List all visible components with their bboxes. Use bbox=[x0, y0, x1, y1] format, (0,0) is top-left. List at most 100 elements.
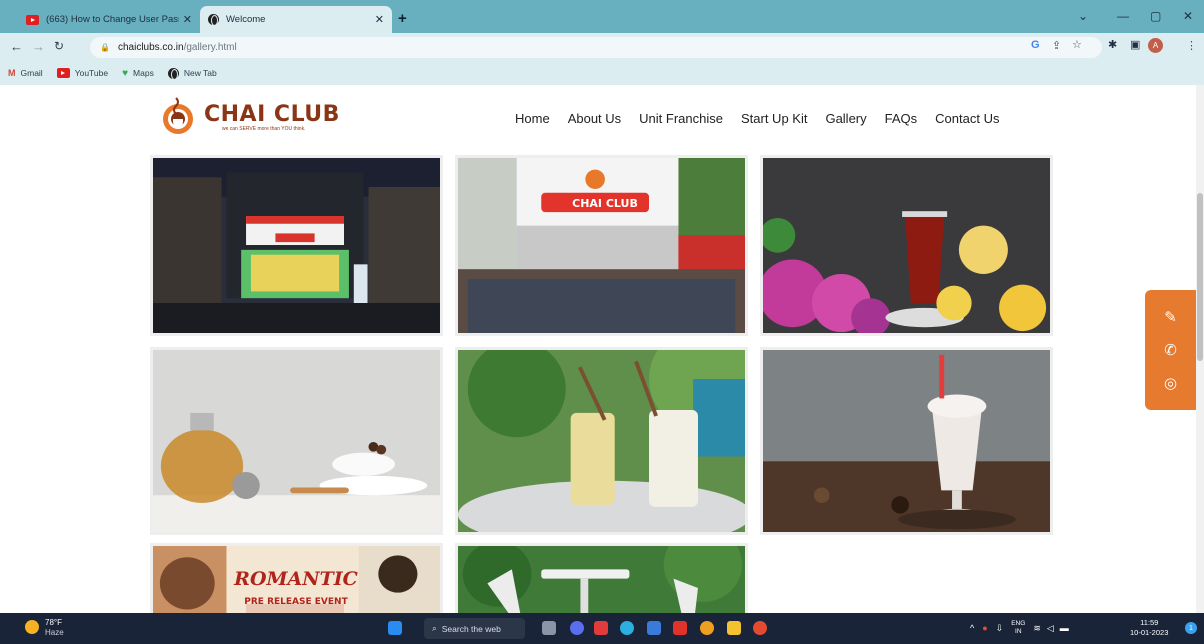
weather-sun-icon bbox=[25, 620, 39, 634]
back-arrow-icon[interactable]: ← bbox=[10, 39, 23, 54]
chrome-icon[interactable] bbox=[753, 621, 767, 635]
new-tab-button[interactable]: + bbox=[398, 10, 407, 27]
brand-name: CHAI CLUB bbox=[204, 102, 340, 127]
url-host: chaiclubs.co.in bbox=[117, 42, 184, 53]
floating-contact-bar: ✎ ✆ ◎ bbox=[1145, 290, 1196, 410]
lang-region: IN bbox=[1015, 628, 1022, 635]
search-icon: ⌕ bbox=[432, 623, 437, 633]
forward-arrow-icon[interactable]: → bbox=[32, 39, 45, 54]
weather-widget[interactable]: 78°F Haze bbox=[25, 618, 64, 638]
poster-subtitle: PRE RELEASE EVENT bbox=[244, 597, 348, 607]
tab-welcome[interactable]: Welcome ✕ bbox=[200, 6, 392, 33]
close-window-button[interactable]: ✕ bbox=[1183, 9, 1193, 23]
mcafee-icon[interactable] bbox=[594, 621, 608, 635]
bookmark-label: Maps bbox=[133, 68, 154, 78]
close-tab-icon[interactable]: ✕ bbox=[183, 13, 192, 26]
nav-start-up-kit[interactable]: Start Up Kit bbox=[741, 111, 807, 126]
page-scrollbar[interactable] bbox=[1196, 85, 1204, 613]
windows-taskbar: 78°F Haze ⌕ Search the web ^ ● ⇩ ENG IN ≋ ◁… bbox=[0, 613, 1204, 644]
restore-button[interactable]: ▢ bbox=[1150, 9, 1161, 23]
bookmark-youtube[interactable]: YouTube bbox=[56, 68, 109, 78]
store-icon[interactable] bbox=[647, 621, 661, 635]
nav-faqs[interactable]: FAQs bbox=[885, 111, 918, 126]
meet-icon[interactable] bbox=[570, 621, 584, 635]
bookmark-label: New Tab bbox=[183, 68, 217, 78]
close-tab-icon[interactable]: ✕ bbox=[375, 13, 384, 26]
windows-start-icon[interactable] bbox=[388, 621, 402, 635]
edit-icon[interactable]: ✎ bbox=[1164, 308, 1177, 326]
scrollbar-thumb[interactable] bbox=[1197, 193, 1203, 361]
weather-condition: Haze bbox=[45, 628, 64, 637]
tray-app-icon[interactable]: ● bbox=[982, 623, 987, 633]
notification-badge[interactable]: 1 bbox=[1185, 622, 1197, 634]
gallery-photo-storefront-night[interactable] bbox=[150, 155, 443, 336]
gallery-photo-teapot-cups[interactable] bbox=[150, 347, 443, 535]
edge-icon[interactable] bbox=[620, 621, 634, 635]
youtube-icon bbox=[56, 68, 70, 78]
nav-about-us[interactable]: About Us bbox=[568, 111, 621, 126]
whatsapp-icon[interactable]: ◎ bbox=[1164, 374, 1177, 392]
language-indicator[interactable]: ENG IN bbox=[1011, 620, 1025, 636]
tray-chevron-icon[interactable]: ^ bbox=[970, 623, 974, 633]
clock-time: 11:59 bbox=[1140, 618, 1159, 627]
share-icon[interactable]: ⇪ bbox=[1052, 39, 1061, 52]
taskbar-clock[interactable]: 11:59 10-01-2023 bbox=[1130, 618, 1168, 638]
gallery-photo-chocolate-shake[interactable] bbox=[760, 347, 1053, 535]
globe-icon bbox=[167, 67, 179, 80]
volume-icon[interactable]: ◁ bbox=[1047, 623, 1054, 634]
site-logo[interactable]: CHAI CLUB we can SERVE more than YOU thi… bbox=[158, 95, 340, 135]
brand-tagline: we can SERVE more than YOU think. bbox=[222, 126, 306, 132]
nav-contact-us[interactable]: Contact Us bbox=[935, 111, 999, 126]
nav-unit-franchise[interactable]: Unit Franchise bbox=[639, 111, 723, 126]
taskbar-search-text: Search the web bbox=[441, 623, 501, 634]
web-page: CHAI CLUB we can SERVE more than YOU thi… bbox=[0, 85, 1196, 613]
file-explorer-icon[interactable] bbox=[727, 621, 741, 635]
url-path: /gallery.html bbox=[183, 42, 237, 53]
address-bar[interactable]: 🔒 chaiclubs.co.in/gallery.html bbox=[90, 37, 1102, 58]
browser-toolbar: ← → ↻ 🔒 chaiclubs.co.in/gallery.html G ⇪… bbox=[0, 33, 1204, 61]
bookmark-maps[interactable]: ♥ Maps bbox=[122, 68, 154, 79]
app-icon[interactable] bbox=[700, 621, 714, 635]
taskbar-search[interactable]: ⌕ Search the web bbox=[424, 618, 525, 639]
storefront-sign-text: CHAI CLUB bbox=[572, 197, 638, 210]
youtube-icon bbox=[26, 14, 39, 25]
poster-title: ROMANTIC bbox=[234, 568, 358, 590]
bookmark-label: YouTube bbox=[74, 68, 109, 78]
minimize-button[interactable]: — bbox=[1117, 9, 1129, 23]
nav-gallery[interactable]: Gallery bbox=[825, 111, 866, 126]
gmail-icon: M bbox=[8, 68, 16, 78]
gallery-photo-iced-drinks[interactable] bbox=[455, 347, 748, 535]
gallery-photo-storefront-team[interactable]: CHAI CLUB bbox=[455, 155, 748, 336]
wifi-icon[interactable]: ≋ bbox=[1033, 623, 1041, 634]
task-view-icon[interactable] bbox=[542, 621, 556, 635]
google-translate-icon[interactable]: G bbox=[1031, 39, 1040, 51]
side-panel-icon[interactable]: ▣ bbox=[1130, 38, 1140, 51]
phone-icon[interactable]: ✆ bbox=[1164, 341, 1177, 359]
globe-icon bbox=[208, 14, 219, 26]
tab-title: (663) How to Change User Passw bbox=[46, 14, 179, 25]
gallery-photo-tea-glass-flowers[interactable] bbox=[760, 155, 1053, 336]
menu-kebab-icon[interactable]: ⋮ bbox=[1186, 39, 1197, 52]
browser-tab-strip: (663) How to Change User Passw ✕ Welcome… bbox=[0, 0, 1204, 33]
main-nav: Home About Us Unit Franchise Start Up Ki… bbox=[515, 111, 999, 126]
wps-office-icon[interactable] bbox=[673, 621, 687, 635]
tab-title: Welcome bbox=[226, 14, 266, 25]
tab-youtube-video[interactable]: (663) How to Change User Passw ✕ bbox=[18, 6, 200, 33]
lang-code: ENG bbox=[1011, 620, 1026, 627]
usb-icon[interactable]: ⇩ bbox=[996, 623, 1004, 634]
tab-search-chevron-icon[interactable]: ⌄ bbox=[1078, 9, 1088, 23]
nav-home[interactable]: Home bbox=[515, 111, 550, 126]
chai-cup-logo-icon bbox=[163, 97, 193, 134]
reload-icon[interactable]: ↻ bbox=[54, 39, 64, 53]
bookmark-new-tab[interactable]: New Tab bbox=[167, 67, 217, 80]
clock-date: 10-01-2023 bbox=[1130, 628, 1169, 637]
weather-temp: 78°F bbox=[45, 618, 62, 627]
profile-avatar[interactable]: A bbox=[1148, 38, 1163, 53]
extensions-puzzle-icon[interactable]: ✱ bbox=[1108, 38, 1117, 51]
bookmark-star-icon[interactable]: ☆ bbox=[1072, 38, 1082, 51]
bookmark-gmail[interactable]: M Gmail bbox=[8, 68, 43, 78]
battery-icon[interactable]: ▬ bbox=[1060, 623, 1069, 633]
gallery-photo-outdoor-cafe[interactable] bbox=[455, 543, 748, 613]
gallery-photo-romantic-poster[interactable]: ROMANTIC PRE RELEASE EVENT bbox=[150, 543, 443, 613]
lock-icon: 🔒 bbox=[100, 43, 110, 52]
